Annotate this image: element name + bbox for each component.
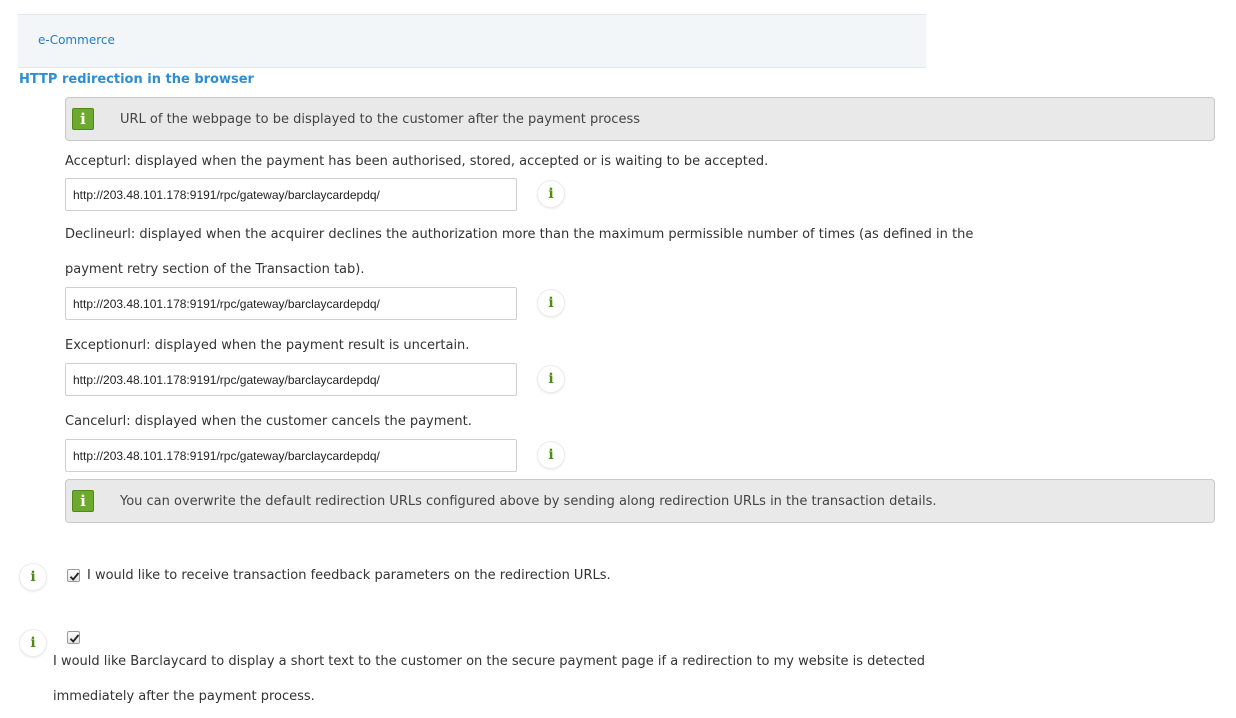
short-text-checkbox[interactable] [67,631,80,644]
short-text-label-line2: immediately after the payment process. [53,689,315,704]
exceptionurl-label: Exceptionurl: displayed when the payment… [65,338,470,353]
short-text-label-line1: I would like Barclaycard to display a sh… [53,654,925,669]
feedback-checkbox[interactable] [67,569,80,582]
cancelurl-label: Cancelurl: displayed when the customer c… [65,414,472,429]
accepturl-input[interactable] [65,178,517,211]
tab-ecommerce[interactable]: e-Commerce [38,33,115,47]
declineurl-label-line2: payment retry section of the Transaction… [65,262,365,277]
short-text-info-icon[interactable]: i [20,630,46,656]
info-box-text: You can overwrite the default redirectio… [120,494,937,509]
declineurl-info-icon[interactable]: i [538,290,564,316]
info-icon: i [72,108,94,130]
declineurl-label-line1: Declineurl: displayed when the acquirer … [65,227,974,242]
info-icon: i [72,490,94,512]
accepturl-label: Accepturl: displayed when the payment ha… [65,154,769,169]
section-title: HTTP redirection in the browser [19,72,254,87]
feedback-info-icon[interactable]: i [20,564,46,590]
feedback-checkbox-label: I would like to receive transaction feed… [87,568,611,583]
cancelurl-info-icon[interactable]: i [538,442,564,468]
tab-bar: e-Commerce [18,14,926,68]
accepturl-info-icon[interactable]: i [538,181,564,207]
info-box-bottom: i You can overwrite the default redirect… [65,479,1215,523]
info-box-top: i URL of the webpage to be displayed to … [65,97,1215,141]
cancelurl-input[interactable] [65,439,517,472]
exceptionurl-info-icon[interactable]: i [538,366,564,392]
checkmark-icon [69,634,80,643]
checkmark-icon [69,572,80,581]
info-box-text: URL of the webpage to be displayed to th… [120,112,640,127]
exceptionurl-input[interactable] [65,363,517,396]
declineurl-input[interactable] [65,287,517,320]
